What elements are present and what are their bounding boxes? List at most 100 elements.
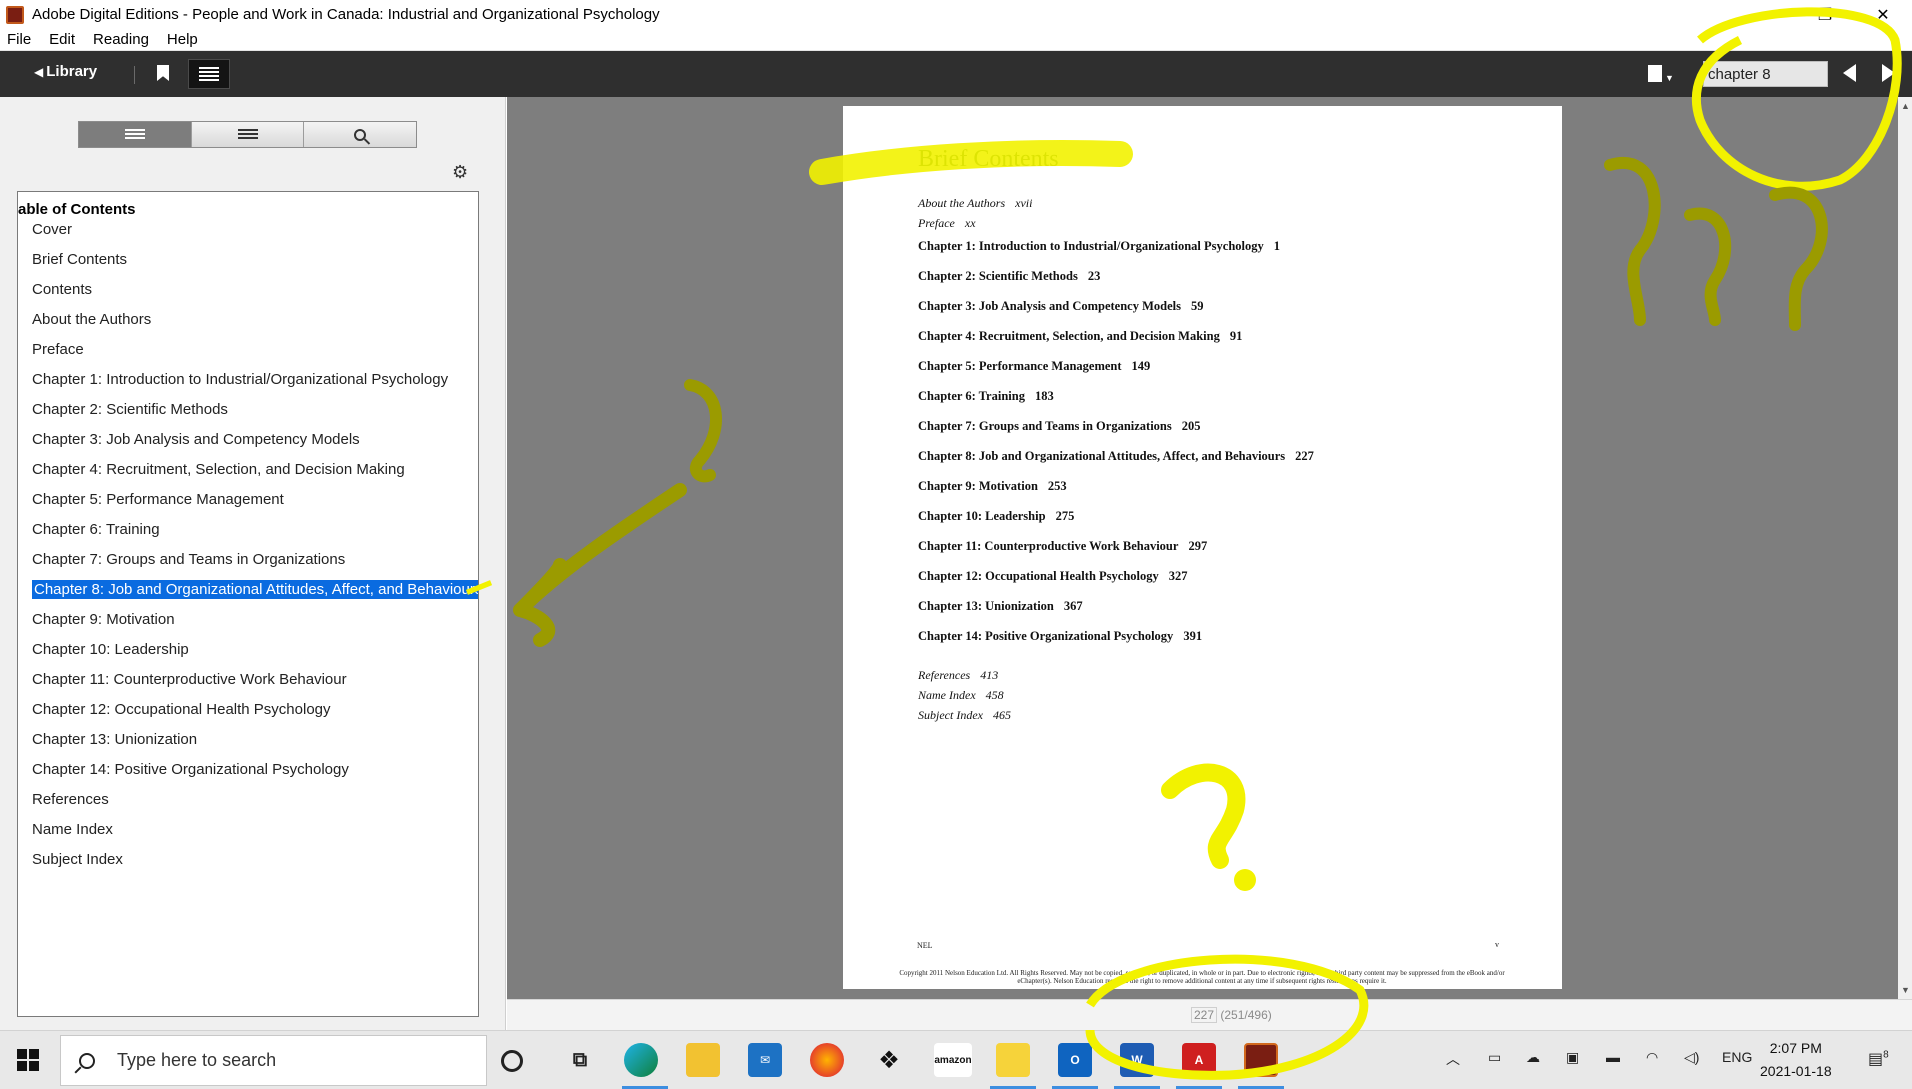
- menu-file[interactable]: File: [7, 31, 31, 48]
- toc-item[interactable]: Name Index: [32, 820, 478, 850]
- file-explorer-icon[interactable]: [686, 1043, 720, 1077]
- toc-item-label: Chapter 7: Groups and Teams in Organizat…: [32, 551, 346, 568]
- wifi-icon[interactable]: ◠: [1646, 1049, 1658, 1066]
- previous-page-button[interactable]: [1843, 64, 1856, 82]
- toc-item[interactable]: Chapter 14: Positive Organizational Psyc…: [32, 760, 478, 790]
- toc-item[interactable]: Chapter 12: Occupational Health Psycholo…: [32, 700, 478, 730]
- chevron-down-icon[interactable]: ▼: [1665, 73, 1674, 83]
- chapter-entry-page-number: 367: [1063, 599, 1083, 613]
- toc-item[interactable]: Chapter 7: Groups and Teams in Organizat…: [32, 550, 478, 580]
- chapter-entry-page-number: 391: [1183, 629, 1203, 643]
- close-button[interactable]: ✕: [1854, 0, 1912, 29]
- chapter-entry[interactable]: Chapter 12: Occupational Health Psycholo…: [918, 569, 1188, 584]
- toc-item[interactable]: Brief Contents: [32, 250, 478, 280]
- chapter-entry[interactable]: Chapter 9: Motivation 253: [918, 479, 1067, 494]
- chapter-entry-page-number: 297: [1188, 539, 1208, 553]
- chapter-entry[interactable]: Chapter 1: Introduction to Industrial/Or…: [918, 239, 1280, 254]
- task-view-icon[interactable]: ⧉: [563, 1043, 597, 1077]
- chapter-entry[interactable]: Chapter 11: Counterproductive Work Behav…: [918, 539, 1207, 554]
- outlook-icon[interactable]: O: [1058, 1043, 1092, 1077]
- current-page-number[interactable]: 227: [1191, 1007, 1218, 1023]
- chapter-entry-label: Chapter 3: Job Analysis and Competency M…: [918, 299, 1181, 313]
- chapter-entry[interactable]: Chapter 14: Positive Organizational Psyc…: [918, 629, 1202, 644]
- front-matter-entry[interactable]: About the Authors xvii: [918, 196, 1032, 211]
- gear-icon[interactable]: ⚙: [452, 162, 468, 183]
- toc-item-label: Contents: [32, 281, 93, 298]
- tab-search[interactable]: [304, 122, 417, 147]
- scroll-down-icon[interactable]: ▼: [1901, 985, 1910, 995]
- mail-icon[interactable]: ✉: [748, 1043, 782, 1077]
- back-matter-entry[interactable]: Name Index 458: [918, 688, 1004, 703]
- toc-item[interactable]: Chapter 4: Recruitment, Selection, and D…: [32, 460, 478, 490]
- chapter-entry[interactable]: Chapter 10: Leadership 275: [918, 509, 1074, 524]
- tab-table-of-contents[interactable]: [79, 122, 192, 147]
- dropbox-icon[interactable]: ❖: [872, 1043, 906, 1077]
- toc-item[interactable]: Chapter 8: Job and Organizational Attitu…: [32, 580, 478, 610]
- toc-item[interactable]: Chapter 1: Introduction to Industrial/Or…: [32, 370, 478, 400]
- toc-item[interactable]: Contents: [32, 280, 478, 310]
- toc-item[interactable]: About the Authors: [32, 310, 478, 340]
- toc-item[interactable]: Chapter 2: Scientific Methods: [32, 400, 478, 430]
- menu-reading[interactable]: Reading: [93, 31, 149, 48]
- menu-edit[interactable]: Edit: [49, 31, 75, 48]
- vertical-scrollbar[interactable]: ▲ ▼: [1898, 97, 1912, 999]
- toc-item[interactable]: Chapter 10: Leadership: [32, 640, 478, 670]
- page-search-input[interactable]: [1703, 61, 1828, 87]
- toolbar-divider: [134, 66, 135, 84]
- toc-item[interactable]: Preface: [32, 340, 478, 370]
- language-indicator[interactable]: ENG: [1722, 1049, 1752, 1065]
- toc-item-label: References: [32, 791, 109, 808]
- word-icon[interactable]: W: [1120, 1043, 1154, 1077]
- cortana-icon[interactable]: [501, 1050, 523, 1072]
- toc-item[interactable]: Cover: [32, 220, 478, 250]
- firefox-icon[interactable]: [810, 1043, 844, 1077]
- toc-item[interactable]: References: [32, 790, 478, 820]
- chapter-entry[interactable]: Chapter 2: Scientific Methods 23: [918, 269, 1100, 284]
- notification-icon[interactable]: ▤8: [1868, 1049, 1889, 1069]
- next-page-button[interactable]: [1882, 64, 1895, 82]
- restore-button[interactable]: ❐: [1796, 0, 1854, 29]
- menu-help[interactable]: Help: [167, 31, 198, 48]
- digital-editions-taskbar-icon[interactable]: [1244, 1043, 1278, 1077]
- chapter-entry[interactable]: Chapter 5: Performance Management 149: [918, 359, 1150, 374]
- bookmark-icon[interactable]: [157, 65, 169, 81]
- minimize-button[interactable]: –: [1738, 0, 1796, 29]
- chapter-entry[interactable]: Chapter 8: Job and Organizational Attitu…: [918, 449, 1314, 464]
- meet-now-icon[interactable]: ▭: [1488, 1049, 1501, 1066]
- system-clock[interactable]: 2:07 PM 2021-01-18: [1760, 1037, 1832, 1083]
- scroll-up-icon[interactable]: ▲: [1901, 101, 1910, 111]
- chevron-up-icon[interactable]: ︿: [1446, 1049, 1460, 1069]
- toc-item[interactable]: Chapter 3: Job Analysis and Competency M…: [32, 430, 478, 460]
- page-layout-icon[interactable]: [1648, 65, 1662, 82]
- toc-item[interactable]: Chapter 13: Unionization: [32, 730, 478, 760]
- back-matter-entry[interactable]: References 413: [918, 668, 998, 683]
- taskbar-search[interactable]: Type here to search: [60, 1035, 487, 1086]
- sticky-notes-icon[interactable]: [996, 1043, 1030, 1077]
- toc-item[interactable]: Chapter 11: Counterproductive Work Behav…: [32, 670, 478, 700]
- toc-item[interactable]: Chapter 5: Performance Management: [32, 490, 478, 520]
- front-matter-entry[interactable]: Preface xx: [918, 216, 976, 231]
- back-matter-entry[interactable]: Subject Index 465: [918, 708, 1011, 723]
- display-icon[interactable]: ▣: [1566, 1049, 1579, 1066]
- toc-toggle-button[interactable]: [188, 59, 230, 89]
- chapter-entry[interactable]: Chapter 7: Groups and Teams in Organizat…: [918, 419, 1201, 434]
- amazon-icon[interactable]: amazon: [934, 1043, 972, 1077]
- library-button[interactable]: ◀ Library: [34, 63, 97, 80]
- tab-bookmarks[interactable]: [191, 122, 305, 147]
- toc-item[interactable]: Chapter 9: Motivation: [32, 610, 478, 640]
- taskbar-search-placeholder: Type here to search: [117, 1050, 277, 1070]
- acrobat-icon[interactable]: A: [1182, 1043, 1216, 1077]
- toc-item[interactable]: Subject Index: [32, 850, 478, 880]
- edge-browser-icon[interactable]: [624, 1043, 658, 1077]
- chapter-entry[interactable]: Chapter 13: Unionization 367: [918, 599, 1083, 614]
- windows-start-icon[interactable]: [17, 1049, 39, 1071]
- toc-item[interactable]: Chapter 6: Training: [32, 520, 478, 550]
- volume-icon[interactable]: ◁): [1684, 1049, 1699, 1066]
- chapter-entry[interactable]: Chapter 6: Training 183: [918, 389, 1054, 404]
- chapter-entry[interactable]: Chapter 4: Recruitment, Selection, and D…: [918, 329, 1242, 344]
- chapter-entry[interactable]: Chapter 3: Job Analysis and Competency M…: [918, 299, 1203, 314]
- battery-icon[interactable]: ▬: [1606, 1049, 1620, 1065]
- onedrive-icon[interactable]: ☁: [1526, 1049, 1540, 1066]
- toc-item-label: Chapter 12: Occupational Health Psycholo…: [32, 701, 331, 718]
- toc-item-label: Chapter 1: Introduction to Industrial/Or…: [32, 371, 449, 388]
